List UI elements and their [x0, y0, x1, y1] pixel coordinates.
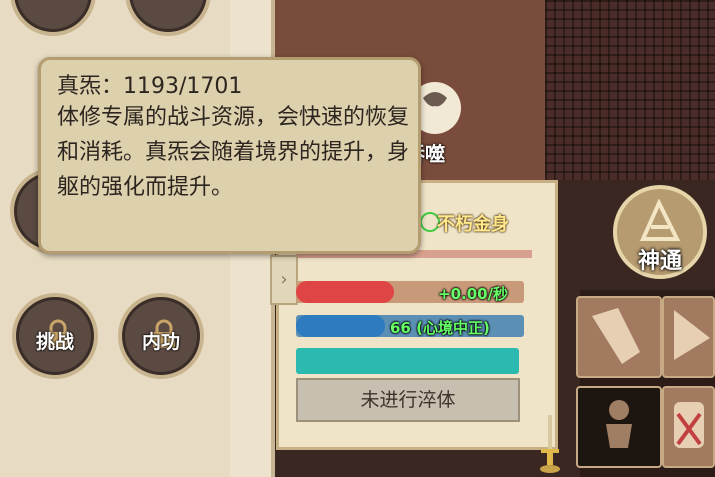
- divine-ability-label: 神通: [637, 249, 682, 274]
- slash-icon: [674, 310, 710, 360]
- fist-icon: [592, 308, 640, 364]
- tooltip-title: 真炁：1193/1701: [57, 74, 243, 99]
- mind-bar-fill: [296, 315, 385, 337]
- temper-label: 未进行淬体: [360, 389, 456, 411]
- stance-icon: [606, 400, 632, 448]
- palm-skill-button[interactable]: [662, 386, 715, 468]
- chevron-right-icon: ›: [280, 269, 288, 290]
- palm-icon: [674, 402, 704, 448]
- divine-ability-button[interactable]: 神通: [613, 185, 707, 279]
- slash-skill-button[interactable]: [662, 296, 715, 378]
- divine-ability-icon: [639, 199, 681, 241]
- body-bar-fill: [296, 348, 519, 374]
- inner-skill-label: 内功: [141, 331, 180, 353]
- mind-state: 66 (心境中正): [390, 319, 490, 337]
- inner-skill-slot[interactable]: 内功: [118, 293, 204, 379]
- fist-skill-button[interactable]: [576, 296, 662, 378]
- regen-rate: +0.00/秒: [438, 285, 509, 303]
- sword-icon: [540, 415, 560, 473]
- temper-status[interactable]: 未进行淬体: [296, 378, 520, 422]
- stance-skill-button[interactable]: [576, 386, 662, 468]
- qi-bar-fill: [296, 281, 394, 303]
- challenge-slot[interactable]: 挑战: [12, 293, 98, 379]
- challenge-label: 挑战: [35, 331, 74, 353]
- qi-tooltip: 真炁：1193/1701 体修专属的战斗资源，会快速的恢复和消耗。真炁会随着境界…: [38, 57, 421, 254]
- collapse-tab[interactable]: ›: [270, 255, 298, 305]
- tooltip-body: 体修专属的战斗资源，会快速的恢复和消耗。真炁会随着境界的提升，身躯的强化而提升。: [57, 105, 410, 200]
- immortal-body-label: 不朽金身: [437, 214, 509, 235]
